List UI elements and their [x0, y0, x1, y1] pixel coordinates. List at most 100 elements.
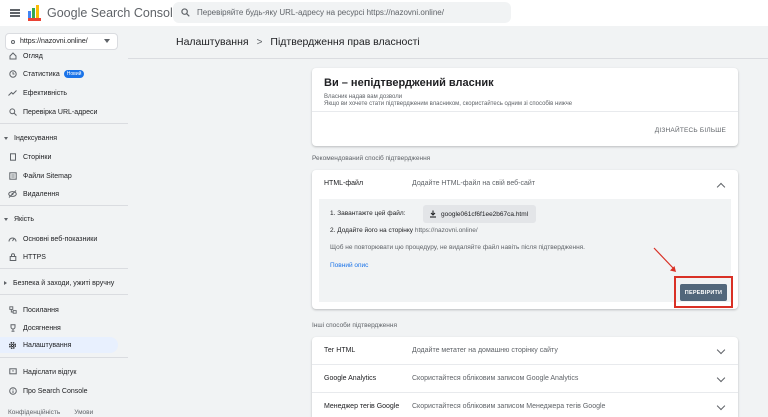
- sidebar-item-pages[interactable]: Сторінки: [0, 149, 118, 165]
- annotation-arrow-icon: [653, 247, 676, 272]
- sidebar-item-label: Файли Sitemap: [23, 172, 72, 180]
- clock-icon: [8, 70, 17, 79]
- verify-button[interactable]: ПЕРЕВІРИТИ: [680, 284, 727, 301]
- url-inspection-search[interactable]: [173, 2, 511, 23]
- sidebar-item-label: Досягнення: [23, 324, 61, 332]
- home-icon: [8, 52, 17, 61]
- privacy-link[interactable]: Конфіденційність: [8, 409, 60, 416]
- search-icon: [181, 8, 190, 17]
- method-description: Скористайтеся обліковим записом Google A…: [412, 375, 579, 382]
- section-indexing[interactable]: Індексування: [0, 131, 120, 145]
- top-bar: Google Search Console: [0, 0, 768, 26]
- download-file-button[interactable]: google061cf6f1ee2b67ca.html: [423, 205, 537, 223]
- page-title: Підтвердження прав власності: [270, 36, 420, 48]
- sidebar: https://nazovni.online/ Огляд Статистика…: [0, 26, 128, 417]
- owner-status-card: Ви – непідтверджений власник Власник над…: [312, 68, 738, 146]
- sidebar-item-feedback[interactable]: Надіслати відгук: [0, 364, 118, 380]
- method-title: Менеджер тегів Google: [324, 403, 400, 410]
- learn-more-link[interactable]: ДІЗНАЙТЕСЬ БІЛЬШЕ: [655, 127, 726, 134]
- method-title[interactable]: HTML-файл: [324, 180, 363, 187]
- owner-status-title: Ви – непідтверджений власник: [324, 77, 494, 89]
- sidebar-item-label: HTTPS: [23, 253, 46, 261]
- dropdown-arrow-icon: [104, 39, 110, 43]
- step-2-label: 2. Додайте його на сторінку: [330, 227, 414, 234]
- sidebar-item-performance[interactable]: Ефективність: [0, 85, 118, 101]
- method-title: Тег HTML: [324, 347, 356, 354]
- other-methods-section-label: Інші способи підтвердження: [312, 322, 397, 329]
- section-security[interactable]: Безпека й заходи, ужиті вручну: [0, 276, 120, 290]
- sidebar-item-achievements[interactable]: Досягнення: [0, 320, 118, 336]
- sidebar-item-label: Надіслати відгук: [23, 368, 77, 376]
- sidebar-item-https[interactable]: HTTPS: [0, 249, 118, 265]
- section-quality[interactable]: Якість: [0, 212, 120, 226]
- sidebar-item-links[interactable]: Посилання: [0, 302, 118, 318]
- breadcrumb-parent[interactable]: Налаштування: [176, 36, 249, 48]
- sidebar-item-label: Ефективність: [23, 89, 68, 97]
- sidebar-divider: [0, 123, 128, 124]
- property-label: https://nazovni.online/: [20, 38, 88, 45]
- links-icon: [8, 306, 17, 315]
- sidebar-item-label: Видалення: [23, 190, 60, 198]
- method-description: Додайте метатег на домашню сторінку сайт…: [412, 347, 558, 354]
- breadcrumb: Налаштування > Підтвердження прав власно…: [176, 36, 420, 48]
- recommended-section-label: Рекомендований спосіб підтвердження: [312, 155, 431, 162]
- card-divider: [312, 111, 738, 112]
- method-title: Google Analytics: [324, 375, 377, 382]
- info-icon: [8, 387, 17, 396]
- step-2-url: https://nazovni.online/: [414, 227, 478, 234]
- expand-chevron-icon[interactable]: [716, 373, 726, 383]
- other-methods-card: Тег HTML Додайте метатег на домашню стор…: [312, 337, 738, 417]
- method-row-google-analytics[interactable]: Google Analytics Скористайтеся обліковим…: [312, 365, 738, 393]
- collapse-chevron-icon[interactable]: [716, 182, 726, 192]
- sidebar-item-label: Налаштування: [23, 341, 72, 349]
- sidebar-item-sitemaps[interactable]: Файли Sitemap: [0, 168, 118, 184]
- sidebar-item-label: Статистика: [23, 70, 60, 78]
- full-description-link[interactable]: Повний опис: [330, 262, 368, 269]
- sidebar-item-settings[interactable]: Налаштування: [0, 337, 118, 353]
- method-row-tag-manager[interactable]: Менеджер тегів Google Скористайтеся облі…: [312, 393, 738, 417]
- property-selector[interactable]: https://nazovni.online/: [5, 33, 118, 50]
- expand-arrow-icon: [4, 281, 7, 285]
- expand-chevron-icon[interactable]: [716, 345, 726, 355]
- gauge-icon: [8, 235, 17, 244]
- expand-chevron-icon[interactable]: [716, 401, 726, 411]
- breadcrumb-separator: >: [256, 36, 263, 48]
- download-icon: [430, 210, 436, 218]
- new-badge: Новий: [63, 70, 85, 78]
- sidebar-item-stats[interactable]: Статистика Новий: [0, 66, 118, 82]
- sitemap-icon: [8, 172, 17, 181]
- step-2: 2. Додайте його на сторінку https://nazo…: [330, 227, 478, 234]
- sidebar-item-label: Огляд: [23, 52, 43, 60]
- search-input[interactable]: [197, 8, 497, 17]
- sidebar-item-removals[interactable]: Видалення: [0, 186, 118, 202]
- hamburger-menu-icon[interactable]: [10, 9, 20, 17]
- sidebar-item-about[interactable]: Про Search Console: [0, 383, 118, 399]
- owner-status-hint: Якщо ви хочете стати підтвердженим власн…: [324, 101, 573, 107]
- method-row-html-tag[interactable]: Тег HTML Додайте метатег на домашню стор…: [312, 337, 738, 365]
- sidebar-item-label: Основні веб-показники: [23, 235, 98, 243]
- search-icon: [8, 108, 17, 117]
- keep-file-note: Щоб не повторювати цю процедуру, не вида…: [330, 244, 585, 251]
- lock-icon: [8, 253, 17, 262]
- sidebar-item-label: Посилання: [23, 306, 59, 314]
- sidebar-item-label: Про Search Console: [23, 387, 88, 395]
- sidebar-item-url-inspection[interactable]: Перевірка URL-адреси: [0, 104, 118, 120]
- search-console-logo-icon: [28, 5, 42, 21]
- sidebar-item-core-web-vitals[interactable]: Основні веб-показники: [0, 231, 118, 247]
- trophy-icon: [8, 324, 17, 333]
- owner-status-subtitle: Власник надав вам дозволи: [324, 94, 403, 100]
- section-label: Індексування: [14, 134, 57, 142]
- download-file-name: google061cf6f1ee2b67ca.html: [441, 210, 529, 218]
- section-label: Безпека й заходи, ужиті вручну: [13, 279, 115, 287]
- step-1-label: 1. Завантажте цей файл:: [330, 210, 406, 217]
- sidebar-item-overview[interactable]: Огляд: [0, 50, 118, 62]
- footer-links: Конфіденційність Умови: [8, 409, 93, 416]
- app-title: Google Search Console: [47, 6, 180, 20]
- terms-link[interactable]: Умови: [74, 409, 93, 416]
- pages-icon: [8, 153, 17, 162]
- collapse-arrow-icon: [4, 217, 8, 221]
- sidebar-item-label: Сторінки: [23, 153, 52, 161]
- sidebar-divider: [0, 205, 128, 206]
- sidebar-divider: [0, 268, 128, 269]
- method-description: Скористайтеся обліковим записом Менеджер…: [412, 403, 606, 410]
